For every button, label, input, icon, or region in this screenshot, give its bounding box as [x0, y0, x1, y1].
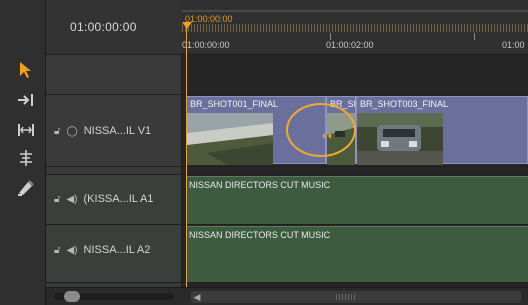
ruler-range-bar[interactable]: [182, 10, 528, 12]
lock-icon[interactable]: 🔓︎: [54, 245, 60, 256]
track-divider: [46, 167, 528, 175]
ripple-edit-tool-icon[interactable]: [14, 118, 38, 142]
lock-icon[interactable]: 🔓︎: [54, 194, 60, 205]
track-lane: [182, 167, 528, 174]
track-header: [46, 55, 182, 94]
track-lane[interactable]: [182, 55, 528, 94]
timeline-header: 01:00:00:00: [46, 0, 182, 55]
eye-icon[interactable]: ◯: [66, 126, 77, 137]
audio-track-a2: 🔓︎ ◀︎) NISSA...IL A2 NISSAN DIRECTORS CU…: [46, 225, 528, 283]
edit-point-icon[interactable]: [323, 126, 331, 139]
ruler-ticks: [182, 24, 528, 32]
clip-label: BR_SHOT003_FINAL: [360, 99, 449, 109]
zoom-slider-knob[interactable]: [64, 291, 80, 302]
speaker-icon[interactable]: ◀︎): [66, 245, 77, 256]
playhead-line[interactable]: [186, 22, 187, 287]
track-name: (KISSA...IL A1: [83, 193, 154, 205]
clip-label: NISSAN DIRECTORS CUT MUSIC: [189, 230, 331, 240]
playhead-marker-icon[interactable]: [182, 22, 192, 29]
edit-point-highlight: [286, 103, 356, 157]
track-lane-a1[interactable]: NISSAN DIRECTORS CUT MUSIC: [182, 175, 528, 224]
audio-track-a1: 🔓︎ ◀︎) (KISSA...IL A1 NISSAN DIRECTORS C…: [46, 175, 528, 225]
rolling-edit-tool-icon[interactable]: [14, 146, 38, 170]
track-name: NISSA...IL V1: [83, 125, 152, 137]
major-tick: [474, 33, 475, 40]
timeline-footer: ◀: [46, 287, 528, 305]
razor-tool-icon[interactable]: [14, 176, 38, 200]
scrollbar-grip[interactable]: [336, 294, 356, 300]
tracks-area: 🔓︎ ◯ NISSA...IL V1 BR_SHOT001_FINAL BR_S…: [46, 55, 528, 305]
tools-panel: [0, 0, 46, 305]
video-clip[interactable]: BR_SHOT003_FINAL: [356, 96, 528, 165]
track-name: NISSA...IL A2: [83, 244, 151, 256]
ruler-label: 01:00:00:00: [182, 40, 230, 50]
lock-icon[interactable]: 🔓︎: [54, 126, 60, 137]
track-header-v1[interactable]: 🔓︎ ◯ NISSA...IL V1: [46, 95, 182, 166]
scroll-left-icon[interactable]: ◀: [191, 291, 203, 303]
track-header-a1[interactable]: 🔓︎ ◀︎) (KISSA...IL A1: [46, 175, 182, 224]
clip-thumbnail: [357, 113, 443, 165]
clip-label: NISSAN DIRECTORS CUT MUSIC: [189, 180, 331, 190]
track-header: [46, 167, 182, 174]
audio-clip[interactable]: NISSAN DIRECTORS CUT MUSIC: [186, 226, 528, 282]
ruler-label: 01:00: [502, 40, 525, 50]
clip-label: BR_SHOT001_FINAL: [190, 99, 279, 109]
speaker-icon[interactable]: ◀︎): [66, 194, 77, 205]
track-select-tool-icon[interactable]: [14, 88, 38, 112]
major-tick: [330, 33, 331, 40]
track-lane-a2[interactable]: NISSAN DIRECTORS CUT MUSIC: [182, 225, 528, 282]
track-header-a2[interactable]: 🔓︎ ◀︎) NISSA...IL A2: [46, 225, 182, 282]
selection-tool-icon[interactable]: [14, 58, 38, 82]
empty-track-row: [46, 55, 528, 95]
ruler-label: 01:00:02:00: [326, 40, 374, 50]
horizontal-scrollbar[interactable]: [191, 291, 521, 303]
time-ruler[interactable]: 01:00:00:00 01:00:00:00 01:00:02:00 01:0…: [182, 0, 528, 55]
audio-clip[interactable]: NISSAN DIRECTORS CUT MUSIC: [186, 176, 528, 224]
clip-thumbnail: [187, 113, 273, 165]
playhead-timecode: 01:00:00:00: [185, 14, 233, 24]
current-timecode[interactable]: 01:00:00:00: [70, 20, 137, 34]
